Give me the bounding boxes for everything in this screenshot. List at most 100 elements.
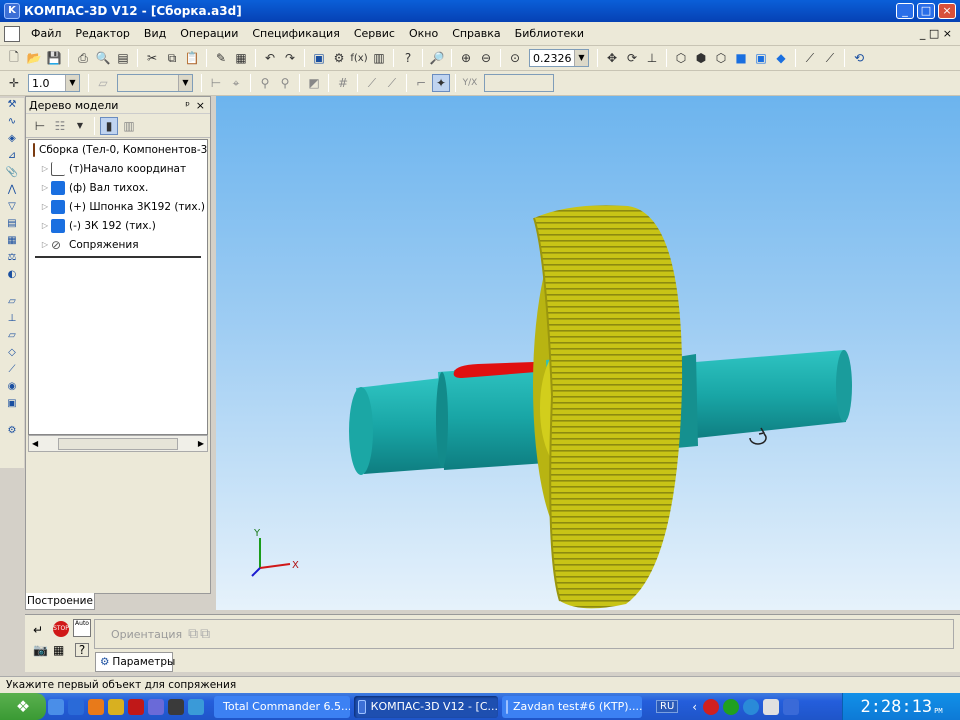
layer-icon[interactable]: ▱ (94, 74, 112, 92)
tray-expand-icon[interactable]: ‹ (692, 700, 697, 714)
gear-teeth-rim[interactable] (534, 205, 683, 609)
coordinates-icon[interactable]: Y/X (461, 74, 479, 92)
tree-structure-icon[interactable]: ⊢ (31, 117, 49, 135)
pan-icon[interactable]: ✥ (603, 49, 621, 67)
close-button[interactable]: × (938, 3, 956, 19)
firefox-icon[interactable] (88, 698, 104, 715)
menu-operations[interactable]: Операции (173, 27, 245, 40)
document-icon[interactable] (4, 25, 20, 42)
halftone-icon[interactable]: ■ (732, 49, 750, 67)
round-icon[interactable]: ⟋ (383, 74, 401, 92)
sketch-icon[interactable]: ⋀ (3, 184, 21, 199)
tab-construct[interactable]: Построение (25, 593, 95, 610)
snap-icon[interactable]: ⟋ (821, 49, 839, 67)
link-break-icon[interactable]: ⚲ (276, 74, 294, 92)
model-tree[interactable]: Сборка (Тел-0, Компонентов-3) ▷ (т)Начал… (28, 139, 208, 435)
axis-icon[interactable]: ⟋ (3, 364, 21, 379)
tab-parameters[interactable]: ⚙ Параметры (95, 652, 175, 672)
plane-offset-icon[interactable]: ▱ (3, 296, 21, 311)
spreadsheet-icon[interactable]: ▦ (232, 49, 250, 67)
orientation-icon[interactable]: ⊥ (643, 49, 661, 67)
media-icon[interactable] (168, 698, 184, 715)
ortho-mode-icon[interactable]: ⌐ (412, 74, 430, 92)
menu-window[interactable]: Окно (402, 27, 445, 40)
tree-item-shaft[interactable]: ▷ (ф) Вал тихох. (29, 178, 207, 197)
expand-icon[interactable]: ▷ (39, 183, 51, 192)
link-icon[interactable]: ⚲ (256, 74, 274, 92)
document-window-controls[interactable]: _ □ × (920, 27, 952, 40)
tree-item-origin[interactable]: ▷ (т)Начало координат (29, 159, 207, 178)
hidden-lines-icon[interactable]: ⬢ (692, 49, 710, 67)
antivirus-icon[interactable] (703, 698, 720, 715)
zoom-scale-icon[interactable]: ⊙ (506, 49, 524, 67)
filter-icon[interactable]: ▽ (3, 201, 21, 216)
expand-icon[interactable]: ▷ (39, 164, 51, 173)
model-viewport[interactable]: Y X (216, 96, 960, 610)
tree-horizontal-scrollbar[interactable]: ◀ ▶ (28, 435, 208, 452)
orientation-opposite-icon[interactable]: ⧉ (200, 626, 210, 642)
auxiliary-geometry-icon[interactable]: ◈ (3, 133, 21, 148)
copy-icon[interactable]: ⧉ (163, 49, 181, 67)
scroll-thumb[interactable] (58, 437, 178, 450)
minimize-button[interactable]: _ (896, 3, 914, 19)
redo-icon[interactable]: ↷ (281, 49, 299, 67)
x-coordinate-field[interactable] (484, 74, 554, 92)
halftone-outline-icon[interactable]: ▣ (752, 49, 770, 67)
expand-icon[interactable]: ▷ (39, 202, 51, 211)
camera-icon[interactable]: 📷 (33, 643, 48, 657)
tree-view-icon[interactable]: ☷ (51, 117, 69, 135)
ie-icon[interactable] (68, 698, 84, 715)
hidden-thin-icon[interactable]: ⬡ (712, 49, 730, 67)
plane-angle-icon[interactable]: ⊥ (3, 313, 21, 328)
variables-icon[interactable]: f(x) (350, 49, 368, 67)
filter-icon[interactable]: ⟋ (801, 49, 819, 67)
snaps-icon[interactable]: ✦ (432, 74, 450, 92)
ortho-icon[interactable]: ⟋ (363, 74, 381, 92)
menu-file[interactable]: Файл (24, 27, 68, 40)
zoom-window-icon[interactable]: 🔎 (428, 49, 446, 67)
show-tree-icon[interactable]: ▮ (100, 116, 118, 135)
shaft-left-part[interactable] (349, 364, 562, 475)
open-file-icon[interactable]: 📂 (25, 49, 43, 67)
curve-tools-icon[interactable]: ∿ (3, 116, 21, 131)
grid-icon[interactable]: # (334, 74, 352, 92)
library-manager-icon[interactable]: ⚙ (330, 49, 348, 67)
paste-icon[interactable]: 📋 (183, 49, 201, 67)
clock[interactable]: 2:28:13 PM (842, 693, 960, 720)
bluetooth-icon[interactable] (783, 698, 800, 715)
perspective-icon[interactable]: ◆ (772, 49, 790, 67)
manager-icon[interactable]: ▣ (310, 49, 328, 67)
help-pointer-icon[interactable]: ? (399, 49, 417, 67)
taskbar-item-word[interactable]: Zavdan test#6 (КТР).... (502, 695, 642, 718)
mates-icon[interactable]: 📎 (3, 167, 21, 182)
tree-windows-icon[interactable]: ▥ (120, 117, 138, 135)
back-arrow-icon[interactable]: ↵ (33, 623, 43, 637)
report-icon[interactable]: ▦ (3, 235, 21, 250)
assembly-3d-view[interactable]: Y X (216, 96, 960, 610)
expand-icon[interactable]: ▷ (39, 221, 51, 230)
opera-icon[interactable] (128, 698, 144, 715)
taskbar-item-kompas[interactable]: КОМПАС-3D V12 - [C... (354, 695, 498, 718)
layer-combo[interactable]: ▼ (117, 74, 193, 92)
section-icon[interactable]: ◉ (3, 381, 21, 396)
maximize-button[interactable]: □ (917, 3, 935, 19)
component-icon[interactable]: ◐ (3, 269, 21, 284)
network-icon[interactable] (723, 698, 740, 715)
tree-item-key[interactable]: ▷ (+) Шпонка 3К192 (тих.) (29, 197, 207, 216)
folder-icon[interactable] (108, 698, 124, 715)
attributes-icon[interactable]: ▥ (370, 49, 388, 67)
format-painter-icon[interactable]: ✎ (212, 49, 230, 67)
inspect-icon[interactable]: ⚙ (3, 425, 21, 440)
step-cursor-icon[interactable]: ✛ (5, 74, 23, 92)
skype-icon[interactable] (743, 698, 760, 715)
auto-create-icon[interactable]: Auto (73, 619, 91, 637)
scroll-left-icon[interactable]: ◀ (32, 439, 38, 448)
spec-icon[interactable]: ▤ (3, 218, 21, 233)
plane-tangent-icon[interactable]: ◇ (3, 347, 21, 362)
start-button[interactable]: ❖ (0, 693, 46, 720)
show-desktop-icon[interactable] (48, 698, 64, 715)
toolbar-overflow[interactable] (558, 74, 572, 92)
properties-icon[interactable]: ▤ (114, 49, 132, 67)
select-icon[interactable]: ◩ (305, 74, 323, 92)
app-icon[interactable] (148, 698, 164, 715)
